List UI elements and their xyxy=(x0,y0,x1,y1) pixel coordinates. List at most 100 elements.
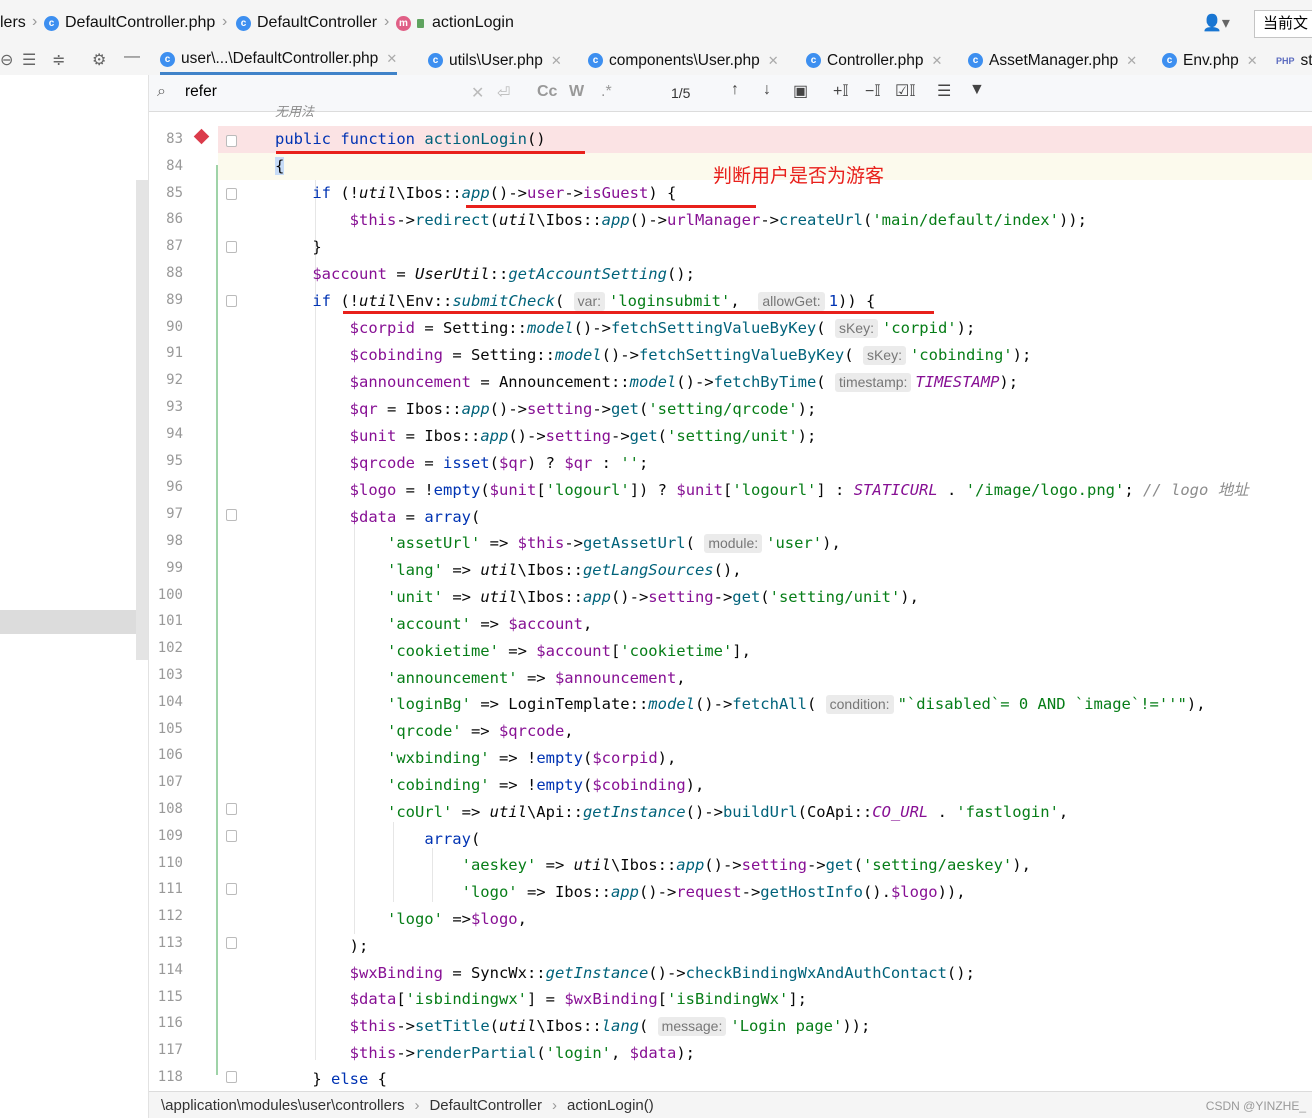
fold-marker[interactable] xyxy=(226,937,237,949)
collapse-all-icon[interactable]: ⊖ xyxy=(0,50,13,70)
code-line-91: $cobinding = Setting::model()->fetchSett… xyxy=(349,346,1032,365)
tab-assetmanager[interactable]: c AssetManager.php ✕ xyxy=(968,46,1137,75)
fold-marker[interactable] xyxy=(226,509,237,521)
close-icon[interactable]: ✕ xyxy=(551,53,562,69)
class-icon: c xyxy=(806,53,821,68)
tab-env[interactable]: c Env.php ✕ xyxy=(1162,46,1258,75)
panel-scrollbar[interactable] xyxy=(136,180,148,660)
close-icon[interactable]: ✕ xyxy=(768,53,779,69)
arrow-up-icon[interactable]: ↑ xyxy=(731,81,739,99)
tab-defaultcontroller[interactable]: c user\...\DefaultController.php ✕ xyxy=(160,46,398,75)
filter-icon[interactable]: ▼ xyxy=(969,81,985,99)
match-count: 1/5 xyxy=(671,85,691,101)
breadcrumb-separator: › xyxy=(32,13,38,30)
line-number: 98 xyxy=(166,533,183,549)
param-hint: condition: xyxy=(825,695,894,714)
select-all-icon[interactable]: ▣ xyxy=(793,81,808,101)
line-number: 90 xyxy=(166,318,183,335)
line-number: 117 xyxy=(157,1042,183,1059)
param-hint: timestamp: xyxy=(834,373,912,392)
collapse-icon[interactable]: ≑ xyxy=(52,50,65,70)
line-number: 103 xyxy=(157,667,183,683)
tab-controller[interactable]: c Controller.php ✕ xyxy=(806,46,942,75)
tab-st[interactable]: PHP st xyxy=(1276,46,1312,75)
tab-label: user\...\DefaultController.php xyxy=(181,50,379,67)
code-line-112: 'logo' =>$logo, xyxy=(386,910,527,928)
breadcrumb-item-method[interactable]: m actionLogin xyxy=(396,12,514,34)
tab-label: st xyxy=(1300,51,1312,69)
close-icon[interactable]: ✕ xyxy=(1126,53,1137,69)
line-number: 104 xyxy=(157,693,183,710)
gear-icon[interactable]: ⚙ xyxy=(92,50,106,70)
selected-tree-row[interactable] xyxy=(0,610,136,634)
user-icon[interactable]: 👤▾ xyxy=(1202,13,1230,33)
line-number: 87 xyxy=(166,238,183,255)
expand-icon[interactable]: ☰ xyxy=(22,50,36,70)
fold-marker[interactable] xyxy=(226,883,237,895)
code-line-104: 'loginBg' => LoginTemplate::model()->fet… xyxy=(386,695,1206,714)
fold-marker[interactable] xyxy=(226,241,237,253)
code-line-116: $this->setTitle(util\Ibos::lang( message… xyxy=(349,1017,871,1036)
tab-utils-user[interactable]: c utils\User.php ✕ xyxy=(428,46,562,75)
fold-marker[interactable] xyxy=(226,803,237,815)
search-icon[interactable]: ⌕ xyxy=(157,83,166,101)
tab-components-user[interactable]: c components\User.php ✕ xyxy=(588,46,779,75)
class-icon: c xyxy=(160,51,175,67)
fold-marker[interactable] xyxy=(226,135,237,147)
code-line-103: 'announcement' => $announcement, xyxy=(386,669,686,687)
param-hint: allowGet: xyxy=(758,292,825,311)
class-icon: c xyxy=(1162,53,1177,68)
line-number: 115 xyxy=(157,988,183,1005)
close-icon[interactable]: ✕ xyxy=(932,53,943,69)
breadcrumb-item-class[interactable]: c DefaultController xyxy=(236,12,377,34)
regex-button[interactable]: .* xyxy=(601,83,612,101)
line-number: 85 xyxy=(166,184,183,201)
search-input[interactable]: refer xyxy=(185,83,217,101)
line-number: 89 xyxy=(166,291,183,308)
select-occurrences-icon[interactable]: ☑𝕀 xyxy=(895,81,916,101)
breadcrumb-item-file[interactable]: c DefaultController.php xyxy=(44,12,215,34)
tab-label: utils\User.php xyxy=(449,51,543,69)
code-line-97: $data = array( xyxy=(349,508,481,526)
minimize-icon[interactable]: — xyxy=(124,48,140,66)
close-icon[interactable]: ✕ xyxy=(386,51,397,67)
line-number: 86 xyxy=(166,211,183,228)
breadcrumb-class-label: DefaultController xyxy=(257,14,378,31)
add-occurrence-icon[interactable]: +𝕀 xyxy=(833,81,849,101)
status-class[interactable]: DefaultController xyxy=(429,1097,542,1114)
match-case-button[interactable]: Cc xyxy=(537,83,557,101)
param-hint: sKey: xyxy=(862,346,906,365)
new-line-icon[interactable]: ⏎ xyxy=(497,83,510,103)
breadcrumb-item-controllers[interactable]: lers xyxy=(0,12,26,34)
code-line-94: $unit = Ibos::app()->setting->get('setti… xyxy=(349,427,817,445)
fold-marker[interactable] xyxy=(226,295,237,307)
line-number: 93 xyxy=(166,399,183,415)
lock-icon xyxy=(417,18,424,28)
param-hint: message: xyxy=(657,1017,727,1036)
fold-marker[interactable] xyxy=(226,830,237,842)
arrow-down-icon[interactable]: ↓ xyxy=(763,81,771,99)
clear-icon[interactable]: ✕ xyxy=(471,83,484,103)
tab-label: Env.php xyxy=(1183,51,1239,69)
current-file-button[interactable]: 当前文 xyxy=(1254,10,1312,38)
status-method[interactable]: actionLogin() xyxy=(567,1097,654,1114)
annotation-text: 判断用户是否为游客 xyxy=(713,166,885,187)
line-number: 118 xyxy=(157,1069,183,1085)
annotation-underline xyxy=(276,151,585,154)
line-number: 101 xyxy=(157,613,183,630)
breadcrumb-file-label: DefaultController.php xyxy=(65,14,216,31)
close-icon[interactable]: ✕ xyxy=(1247,53,1258,69)
breadcrumb-separator: › xyxy=(222,13,228,30)
fold-marker[interactable] xyxy=(226,1071,237,1083)
code-line-107: 'cobinding' => !empty($cobinding), xyxy=(386,776,705,794)
filter-lines-icon[interactable]: ☰ xyxy=(937,81,951,101)
fold-marker[interactable] xyxy=(226,188,237,200)
line-number: 92 xyxy=(166,372,183,389)
code-line-110: 'aeskey' => util\Ibos::app()->setting->g… xyxy=(461,856,1031,874)
status-path[interactable]: \application\modules\user\controllers xyxy=(161,1097,404,1114)
line-number: 99 xyxy=(166,559,183,576)
whole-words-button[interactable]: W xyxy=(569,83,584,101)
remove-occurrence-icon[interactable]: −𝕀 xyxy=(865,81,881,101)
annotation-underline xyxy=(343,311,934,314)
code-line-109: array( xyxy=(424,830,481,848)
